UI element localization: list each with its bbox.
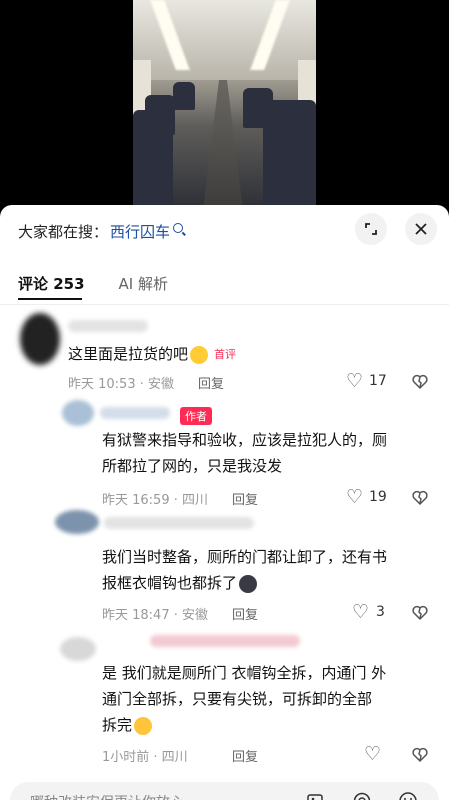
comment-meta: 昨天 18:47 · 安徽	[102, 608, 208, 623]
comment-input-bar[interactable]: 哪种改装安保更让你放心	[10, 782, 439, 800]
search-icon	[173, 223, 184, 233]
author-badge: 作者	[180, 407, 212, 425]
tab-comments[interactable]: 评论 253	[18, 273, 85, 294]
comment-text: 是 我们就是厕所门 衣帽钩全拆，内通门 外 通门全部拆，只要有尖锐，可拆卸的全部…	[102, 664, 387, 735]
search-term-link[interactable]: 西行囚车	[110, 221, 170, 242]
like-heart-icon[interactable]: ♡	[364, 744, 381, 764]
reply-button[interactable]: 回复	[232, 746, 258, 765]
comment-meta: 昨天 16:59 · 四川	[102, 493, 208, 508]
mention-icon[interactable]	[352, 791, 372, 800]
like-count: 3	[376, 604, 385, 620]
username[interactable]	[150, 635, 300, 647]
comment-text: 这里面是拉货的吧 首评	[68, 345, 237, 364]
collapse-button[interactable]	[355, 213, 387, 245]
search-prefix: 大家都在搜：	[18, 222, 109, 241]
dislike-broken-heart-icon[interactable]	[412, 374, 428, 390]
like-heart-icon[interactable]: ♡	[346, 487, 363, 507]
reply-button[interactable]: 回复	[198, 373, 224, 392]
close-button[interactable]	[405, 213, 437, 245]
video-frame	[133, 0, 316, 210]
image-icon[interactable]	[306, 792, 324, 800]
grin-emoji-icon	[190, 345, 209, 364]
reply-button[interactable]: 回复	[232, 489, 258, 508]
like-heart-icon[interactable]: ♡	[346, 371, 363, 391]
username[interactable]	[68, 320, 148, 332]
search-suggestion[interactable]: 大家都在搜： 西行囚车	[18, 221, 184, 242]
username[interactable]	[100, 407, 170, 419]
comment-sheet: 大家都在搜： 西行囚车 评论 253 AI 解析 这里面是拉货的吧 首评 昨天 1…	[0, 205, 449, 800]
comment-input-placeholder: 哪种改装安保更让你放心	[30, 792, 184, 800]
avatar[interactable]	[62, 400, 94, 426]
avatar[interactable]	[60, 637, 96, 661]
close-icon	[415, 223, 427, 235]
comment-meta: 昨天 10:53 · 安徽	[68, 377, 174, 392]
like-heart-icon[interactable]: ♡	[352, 602, 369, 622]
comment-meta: 1小时前 · 四川	[102, 750, 188, 765]
crying-laughing-emoji-icon	[134, 716, 153, 735]
reply-button[interactable]: 回复	[232, 604, 258, 623]
dislike-broken-heart-icon[interactable]	[412, 605, 428, 621]
tab-ai-analysis[interactable]: AI 解析	[119, 273, 168, 294]
comment-text: 有狱警来指导和验收，应该是拉犯人的，厕 所都拉了网的，只是我没发	[102, 431, 388, 475]
collapse-icon	[365, 223, 377, 235]
black-face-emoji-icon	[239, 574, 258, 593]
dislike-broken-heart-icon[interactable]	[412, 747, 428, 763]
comment-text: 我们当时整备，厕所的门都让卸了，还有书 报框衣帽钩也都拆了	[102, 548, 388, 593]
username[interactable]	[104, 517, 254, 529]
tab-underline	[18, 298, 82, 300]
first-comment-badge: 首评	[214, 347, 237, 361]
comment-tabs: 评论 253 AI 解析	[18, 273, 168, 294]
emoji-icon[interactable]	[398, 791, 418, 800]
video-player[interactable]	[0, 0, 449, 210]
divider	[0, 304, 449, 305]
dislike-broken-heart-icon[interactable]	[412, 490, 428, 506]
avatar[interactable]	[55, 510, 99, 534]
like-count: 19	[369, 489, 387, 505]
like-count: 17	[369, 373, 387, 389]
avatar[interactable]	[20, 313, 60, 365]
